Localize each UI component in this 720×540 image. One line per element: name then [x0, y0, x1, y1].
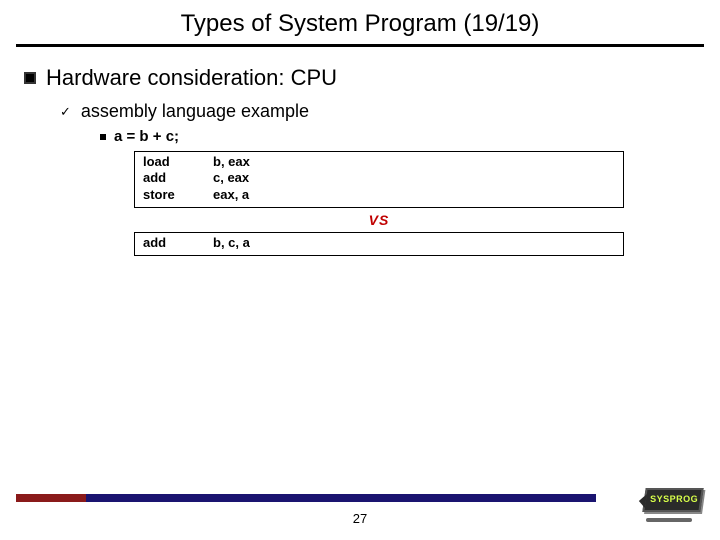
mnemonic: add — [143, 235, 213, 251]
title-block: Types of System Program (19/19) — [0, 0, 720, 38]
body: Hardware consideration: CPU ✓ assembly l… — [0, 47, 720, 256]
code-line: add b, c, a — [143, 235, 615, 251]
mnemonic: add — [143, 170, 213, 186]
code-line: add c, eax — [143, 170, 615, 186]
operands: eax, a — [213, 187, 249, 203]
code-line: load b, eax — [143, 154, 615, 170]
check-icon: ✓ — [60, 105, 71, 118]
bullet-level-1: Hardware consideration: CPU — [24, 65, 696, 91]
bullet-level-2: ✓ assembly language example — [60, 101, 696, 122]
code-box-2: add b, c, a — [134, 232, 624, 256]
operands: c, eax — [213, 170, 249, 186]
mnemonic: load — [143, 154, 213, 170]
h2-text: assembly language example — [81, 101, 309, 122]
h1-text: Hardware consideration: CPU — [46, 65, 337, 91]
page-number: 27 — [0, 511, 720, 526]
logo-text: SYSPROG — [650, 494, 696, 504]
logo-sign-icon: SYSPROG — [642, 488, 703, 512]
operands: b, c, a — [213, 235, 250, 251]
h3-text: a = b + c; — [114, 128, 179, 145]
slide-title: Types of System Program (19/19) — [181, 10, 540, 38]
logo: SYSPROG — [632, 482, 702, 522]
logo-base-icon — [646, 518, 692, 522]
vs-label: VS — [134, 212, 624, 228]
code-box-1: load b, eax add c, eax store eax, a — [134, 151, 624, 208]
bullet-level-3: a = b + c; — [100, 128, 696, 145]
code-line: store eax, a — [143, 187, 615, 203]
mnemonic: store — [143, 187, 213, 203]
square-bullet-icon — [24, 72, 36, 84]
operands: b, eax — [213, 154, 250, 170]
small-square-bullet-icon — [100, 134, 106, 140]
footer-bar — [16, 494, 596, 502]
